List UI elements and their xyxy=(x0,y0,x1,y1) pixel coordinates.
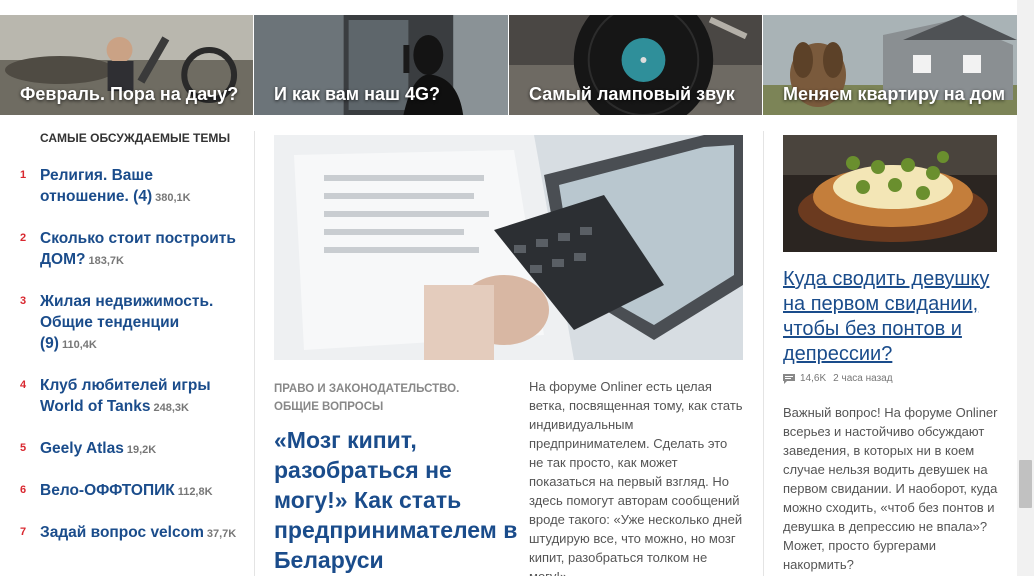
most-discussed-sidebar: САМЫЕ ОБСУЖДАЕМЫЕ ТЕМЫ 1 Религия. Ваше о… xyxy=(20,131,240,564)
side-article-headline[interactable]: Куда сводить девушку на первом свидании,… xyxy=(783,267,997,367)
topic-item: 6 Вело-ОФФТОПИК 112,8K xyxy=(20,480,240,503)
article-category-link[interactable]: ПРАВО И ЗАКОНОДАТЕЛЬСТВО. ОБЩИЕ ВОПРОСЫ xyxy=(274,380,504,416)
sidebar-heading: САМЫЕ ОБСУЖДАЕМЫЕ ТЕМЫ xyxy=(40,131,231,145)
topic-rank: 1 xyxy=(20,169,27,181)
topic-link[interactable]: Сколько стоит построить ДОМ? xyxy=(40,230,236,268)
topic-item: 4 Клуб любителей игры World of Tanks 248,… xyxy=(20,375,240,419)
vertical-scrollbar[interactable] xyxy=(1017,0,1034,576)
banner-tile-dacha[interactable]: Февраль. Пора на дачу? xyxy=(0,15,254,115)
column-divider xyxy=(763,131,764,576)
banner-tile-title: Февраль. Пора на дачу? xyxy=(20,84,239,104)
banner-tile-house[interactable]: Меняем квартиру на дом xyxy=(763,15,1017,115)
scrollbar-thumb[interactable] xyxy=(1019,460,1032,508)
main-article-image[interactable] xyxy=(274,135,743,360)
topic-view-count: 183,7K xyxy=(88,255,124,267)
topic-item: 3 Жилая недвижимость. Общие тенденции (9… xyxy=(20,291,240,356)
laptop-document-image xyxy=(274,135,743,360)
publish-time: 2 часа назад xyxy=(833,373,893,384)
topic-rank: 7 xyxy=(20,526,27,538)
topic-rank: 6 xyxy=(20,484,27,496)
banner-tile-title: И как вам наш 4G? xyxy=(274,84,441,104)
topic-rank: 5 xyxy=(20,442,27,454)
topic-rank: 4 xyxy=(20,379,27,391)
topic-view-count: 112,8K xyxy=(177,486,213,498)
side-article-lead: Важный вопрос! На форуме Onliner всерьез… xyxy=(783,405,998,572)
main-article-lead: На форуме Onliner есть целая ветка, посв… xyxy=(529,379,743,576)
topic-list: 1 Религия. Ваше отношение. (4) 380,1K 2 С… xyxy=(20,165,240,545)
topic-link[interactable]: Задай вопрос velcom xyxy=(40,524,204,541)
side-article-meta: 14,6K 2 часа назад xyxy=(783,373,893,384)
banner-tile-title: Самый ламповый звук xyxy=(529,84,735,104)
topic-item: 1 Религия. Ваше отношение. (4) 380,1K xyxy=(20,165,240,209)
banner-tile-title: Меняем квартиру на дом xyxy=(783,84,1006,104)
topic-rank: 3 xyxy=(20,295,27,307)
topic-item: 2 Сколько стоит построить ДОМ? 183,7K xyxy=(20,228,240,272)
topic-item: 7 Задай вопрос velcom 37,7K xyxy=(20,522,240,545)
topic-view-count: 110,4K xyxy=(61,339,97,351)
featured-topics-banner: Февраль. Пора на дачу? И как вам наш 4G?… xyxy=(0,15,1017,115)
banner-tile-vinyl[interactable]: Самый ламповый звук xyxy=(509,15,763,115)
banner-tile-4g[interactable]: И как вам наш 4G? xyxy=(254,15,509,115)
topic-rank: 2 xyxy=(20,232,27,244)
comment-icon xyxy=(783,373,795,384)
side-article-image[interactable] xyxy=(783,135,997,252)
pizza-image xyxy=(783,135,997,252)
topic-view-count: 37,7K xyxy=(206,528,237,540)
comment-count[interactable]: 14,6K xyxy=(800,373,826,384)
topic-link[interactable]: Религия. Ваше отношение. (4) xyxy=(40,167,153,205)
topic-link[interactable]: Вело-ОФФТОПИК xyxy=(40,482,175,499)
topic-view-count: 19,2K xyxy=(126,444,157,456)
column-divider xyxy=(254,131,255,576)
topic-view-count: 380,1K xyxy=(155,192,191,204)
topic-view-count: 248,3K xyxy=(153,402,189,414)
main-article-headline[interactable]: «Мозг кипит, разобраться не могу!» Как с… xyxy=(274,425,519,575)
topic-item: 5 Geely Atlas 19,2K xyxy=(20,438,240,461)
topic-link[interactable]: Geely Atlas xyxy=(40,440,124,457)
